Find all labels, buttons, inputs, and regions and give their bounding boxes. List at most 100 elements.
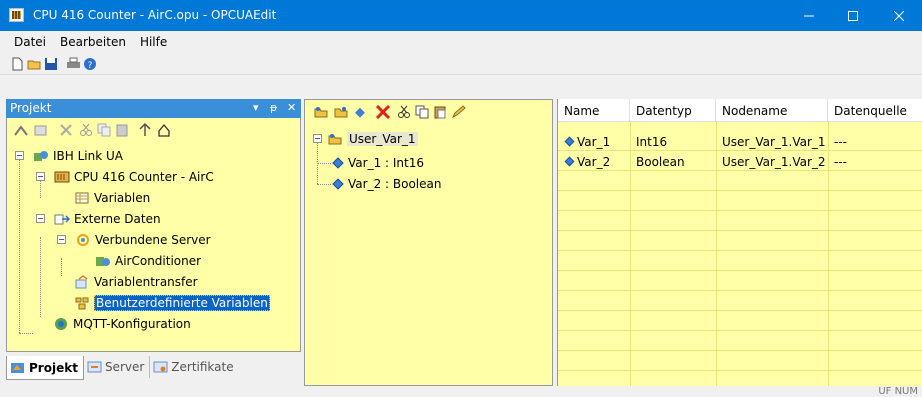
cut-icon[interactable] (79, 123, 93, 137)
tree-item-label: AirConditioner (115, 254, 202, 268)
cut-icon[interactable] (397, 105, 411, 119)
delete-icon[interactable] (375, 104, 391, 120)
user-variables-icon (75, 297, 89, 310)
tree-item-airconditioner[interactable]: AirConditioner (95, 251, 201, 271)
tree-item-verbundene-server[interactable]: − Verbundene Server (57, 230, 211, 250)
tree-item-label: User_Var_1 (347, 132, 418, 146)
collapse-toggle[interactable]: − (313, 134, 322, 143)
variable-toolbar (305, 100, 552, 124)
grid-header: Name Datentyp Nodename Datenquelle (558, 99, 922, 122)
menu-datei[interactable]: Datei (7, 35, 53, 49)
menu-hilfe[interactable]: Hilfe (133, 35, 174, 49)
transfer-icon (75, 275, 88, 289)
cell-nodename: User_Var_1.Var_2 (722, 154, 826, 169)
delete-icon[interactable] (59, 123, 73, 137)
variable-icon (332, 178, 344, 190)
tree-item-label: Verbundene Server (95, 233, 211, 247)
close-button[interactable] (876, 0, 922, 31)
collapse-toggle[interactable]: − (36, 172, 45, 181)
tab-server[interactable]: Server (84, 356, 151, 378)
title-bar: CPU 416 Counter - AirC.opu - OPCUAEdit (0, 0, 922, 31)
tree-item-mqtt-konfiguration[interactable]: MQTT-Konfiguration (53, 314, 191, 334)
tree-item-label: Benutzerdefinierte Variablen (94, 295, 270, 311)
minimize-button[interactable] (786, 0, 832, 31)
variable-grid: Name Datentyp Nodename Datenquelle Var_1… (557, 99, 922, 386)
cell-name-text: Var_2 (577, 154, 611, 169)
column-header-nodename[interactable]: Nodename (716, 99, 828, 122)
paste-icon[interactable] (433, 105, 447, 119)
save-icon[interactable] (44, 57, 59, 71)
home-icon[interactable] (157, 123, 171, 137)
project-panel: Projekt ▾ ᵽ ✕ − IBH Link UA − CPU 416 Co… (6, 99, 301, 386)
print-icon[interactable] (66, 57, 81, 71)
svg-text:?: ? (88, 61, 93, 71)
table-icon (75, 192, 89, 204)
tree-item-benutzerdefinierte-variablen[interactable]: Benutzerdefinierte Variablen (74, 293, 270, 313)
cell-datenquelle: --- (834, 154, 847, 169)
collapse-toggle[interactable]: − (57, 235, 66, 244)
tree-item-var-2[interactable]: Var_2 : Boolean (331, 174, 441, 194)
cell-nodename: User_Var_1.Var_1 (722, 134, 826, 149)
tab-label: Server (104, 360, 145, 374)
tab-projekt[interactable]: Projekt (6, 356, 84, 380)
empty-row (558, 272, 922, 291)
copy-icon[interactable] (415, 105, 429, 119)
tree-item-label: Variablentransfer (94, 275, 198, 289)
add-folder-icon[interactable] (313, 105, 329, 119)
menu-bar: Datei Bearbeiten Hilfe (0, 31, 922, 53)
table-row[interactable]: Var_1 Int16 User_Var_1.Var_1 --- (558, 132, 922, 151)
mqtt-icon (55, 318, 67, 330)
add-subfolder-icon[interactable] (333, 105, 349, 119)
panel-menu-button[interactable]: ▾ (253, 101, 259, 114)
certificate-icon (153, 361, 168, 373)
status-indicators: UF NUM (878, 386, 918, 397)
empty-row (558, 352, 922, 371)
empty-row (558, 252, 922, 271)
maximize-button[interactable] (830, 0, 876, 31)
tree-item-ibh-link-ua[interactable]: − IBH Link UA (15, 146, 123, 166)
variable-icon (564, 156, 575, 167)
project-toolbar (6, 118, 301, 142)
move-up-icon[interactable] (139, 123, 151, 137)
collapse-toggle[interactable]: − (15, 151, 24, 160)
paste-icon[interactable] (115, 123, 129, 137)
project-tree: − IBH Link UA − CPU 416 Counter - AirC V… (6, 142, 301, 352)
open-folder-icon[interactable] (27, 57, 42, 71)
variable-tree-panel: − User_Var_1 Var_1 : Int16 Var_2 : Boole… (304, 99, 553, 386)
new-file-icon[interactable] (10, 57, 25, 71)
tree-item-cpu-416[interactable]: − CPU 416 Counter - AirC (36, 167, 214, 187)
table-row[interactable]: Var_2 Boolean User_Var_1.Var_2 --- (558, 152, 922, 171)
help-icon[interactable]: ? (83, 57, 98, 71)
panel-pin-button[interactable]: ᵽ (270, 101, 277, 114)
tree-item-variablen[interactable]: Variablen (74, 188, 150, 208)
cell-datentyp: Boolean (636, 154, 685, 169)
column-header-datenquelle[interactable]: Datenquelle (828, 99, 922, 122)
column-header-name[interactable]: Name (558, 99, 630, 122)
window-title: CPU 416 Counter - AirC.opu - OPCUAEdit (33, 8, 277, 22)
project-panel-tabs: Projekt Server Zertifikate (6, 356, 301, 381)
menu-bearbeiten[interactable]: Bearbeiten (53, 35, 133, 49)
copy-icon[interactable] (97, 123, 111, 137)
tree-item-externe-daten[interactable]: − Externe Daten (36, 209, 161, 229)
cell-name-text: Var_1 (577, 134, 611, 149)
tree-item-label: Externe Daten (74, 212, 161, 226)
variable-icon (564, 136, 575, 147)
edit-node-icon[interactable] (33, 123, 49, 137)
plc-icon (54, 171, 70, 183)
tree-item-label: Variablen (94, 191, 151, 205)
tree-item-user-var-1[interactable]: − User_Var_1 (313, 129, 418, 149)
tree-item-var-1[interactable]: Var_1 : Int16 (331, 153, 424, 173)
add-node-icon[interactable] (13, 123, 29, 137)
panel-close-button[interactable]: ✕ (287, 101, 296, 114)
tree-item-variablentransfer[interactable]: Variablentransfer (74, 272, 198, 292)
tree-item-label: CPU 416 Counter - AirC (74, 170, 214, 184)
column-header-datentyp[interactable]: Datentyp (630, 99, 716, 122)
empty-row (558, 232, 922, 251)
tab-zertifikate[interactable]: Zertifikate (150, 356, 238, 378)
add-variable-icon[interactable] (353, 105, 367, 119)
cell-datentyp: Int16 (636, 134, 668, 149)
collapse-toggle[interactable]: − (36, 214, 45, 223)
server-link-icon (77, 234, 89, 246)
variable-icon (332, 157, 344, 169)
edit-icon[interactable] (451, 105, 467, 119)
